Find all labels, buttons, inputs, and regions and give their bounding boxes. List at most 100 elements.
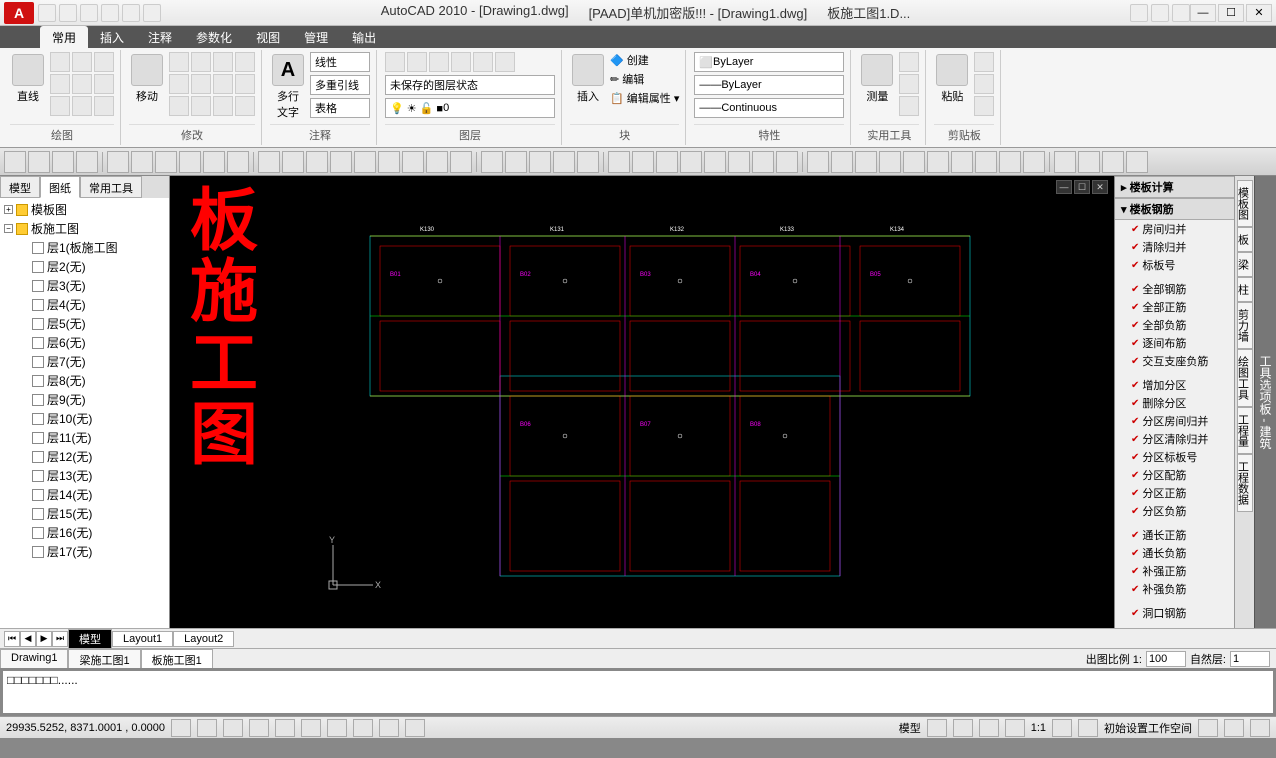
key-icon[interactable] xyxy=(1151,4,1169,22)
tree-item[interactable]: 层13(无) xyxy=(2,466,167,485)
app-logo[interactable]: A xyxy=(4,2,34,24)
canvas-max[interactable]: ☐ xyxy=(1074,180,1090,194)
spline-button[interactable] xyxy=(50,96,70,116)
sb-btn[interactable] xyxy=(979,719,999,737)
tree-item[interactable]: 层14(无) xyxy=(2,485,167,504)
otrack-button[interactable] xyxy=(301,719,321,737)
tb-btn[interactable] xyxy=(306,151,328,173)
tb-btn[interactable] xyxy=(402,151,424,173)
vside-tab[interactable]: 绘图工具 xyxy=(1237,349,1253,407)
layer-lock-button[interactable] xyxy=(495,52,515,72)
table-button[interactable]: 表格 xyxy=(310,98,370,118)
copy-clip-button[interactable] xyxy=(974,74,994,94)
tab-view[interactable]: 视图 xyxy=(244,26,292,48)
grid-button[interactable] xyxy=(197,719,217,737)
fillet-button[interactable] xyxy=(169,96,189,116)
tb-btn[interactable] xyxy=(951,151,973,173)
erase-button[interactable] xyxy=(213,96,233,116)
tb-btn[interactable] xyxy=(656,151,678,173)
move-button[interactable]: 移动 xyxy=(129,52,165,106)
tab-parametric[interactable]: 参数化 xyxy=(184,26,244,48)
layer-state-button[interactable] xyxy=(407,52,427,72)
rp-item[interactable]: ✔清除归并 xyxy=(1115,238,1234,256)
tb-btn[interactable] xyxy=(879,151,901,173)
tree-item[interactable]: 层17(无) xyxy=(2,542,167,561)
point-button[interactable] xyxy=(72,96,92,116)
match-button[interactable] xyxy=(974,96,994,116)
tb-btn[interactable] xyxy=(28,151,50,173)
mirror-button[interactable] xyxy=(235,52,255,72)
tb-btn[interactable] xyxy=(155,151,177,173)
array-button[interactable] xyxy=(213,74,233,94)
tb-btn[interactable] xyxy=(927,151,949,173)
snap-button[interactable] xyxy=(171,719,191,737)
tb-btn[interactable] xyxy=(203,151,225,173)
help-icon[interactable] xyxy=(1172,4,1190,22)
rect-button[interactable] xyxy=(50,74,70,94)
layer-off-button[interactable] xyxy=(473,52,493,72)
qp-button[interactable] xyxy=(405,719,425,737)
qat-open[interactable] xyxy=(59,4,77,22)
dwg-tab-3[interactable]: 板施工图1 xyxy=(141,649,213,668)
tb-btn[interactable] xyxy=(728,151,750,173)
rp-sec-calc[interactable]: 楼板计算 xyxy=(1115,176,1234,198)
rp-item[interactable]: ✔分区正筋 xyxy=(1115,484,1234,502)
rp-item[interactable]: ✔通长正筋 xyxy=(1115,526,1234,544)
trim-button[interactable] xyxy=(213,52,233,72)
block-attr-button[interactable]: 📋 编辑属性 ▾ xyxy=(610,90,679,106)
rp-item[interactable]: ✔洞口钢筋 xyxy=(1115,604,1234,622)
util-2[interactable] xyxy=(899,74,919,94)
tb-btn[interactable] xyxy=(704,151,726,173)
tree-item[interactable]: 层9(无) xyxy=(2,390,167,409)
tb-btn[interactable] xyxy=(131,151,153,173)
tab-output[interactable]: 输出 xyxy=(340,26,388,48)
tb-btn[interactable] xyxy=(807,151,829,173)
stretch-button[interactable] xyxy=(169,74,189,94)
tb-btn[interactable] xyxy=(258,151,280,173)
tree-item[interactable]: 层6(无) xyxy=(2,333,167,352)
tree-item[interactable]: 层11(无) xyxy=(2,428,167,447)
tb-btn[interactable] xyxy=(975,151,997,173)
layout-last[interactable]: ⏭ xyxy=(52,631,68,647)
region-button[interactable] xyxy=(94,96,114,116)
rp-item[interactable]: ✔分区负筋 xyxy=(1115,502,1234,520)
tb-btn[interactable] xyxy=(107,151,129,173)
close-button[interactable]: ✕ xyxy=(1246,4,1272,22)
tb-btn[interactable] xyxy=(776,151,798,173)
tree-item[interactable]: 层3(无) xyxy=(2,276,167,295)
tb-btn[interactable] xyxy=(4,151,26,173)
layer-freeze-button[interactable] xyxy=(451,52,471,72)
expand-icon[interactable]: + xyxy=(4,205,13,214)
scale-button[interactable] xyxy=(191,74,211,94)
util-1[interactable] xyxy=(899,52,919,72)
layer-prop-button[interactable] xyxy=(385,52,405,72)
layout-2[interactable]: Layout2 xyxy=(173,631,234,647)
rotate-button[interactable] xyxy=(191,52,211,72)
tb-btn[interactable] xyxy=(227,151,249,173)
canvas-close[interactable]: ✕ xyxy=(1092,180,1108,194)
tb-btn[interactable] xyxy=(680,151,702,173)
tree-item[interactable]: 层8(无) xyxy=(2,371,167,390)
rp-item[interactable]: ✔房间归并 xyxy=(1115,220,1234,238)
tb-btn[interactable] xyxy=(179,151,201,173)
rp-item[interactable]: ✔增加分区 xyxy=(1115,376,1234,394)
tb-btn[interactable] xyxy=(577,151,599,173)
rp-item[interactable]: ✔标板号 xyxy=(1115,256,1234,274)
ducs-button[interactable] xyxy=(327,719,347,737)
tb-btn[interactable] xyxy=(1126,151,1148,173)
canvas-min[interactable]: — xyxy=(1056,180,1072,194)
canvas[interactable]: —☐✕ 板 施 工 图 K130K131K132K133K134 B0 xyxy=(170,176,1114,628)
dyn-button[interactable] xyxy=(353,719,373,737)
collapse-icon[interactable]: − xyxy=(4,224,13,233)
tab-home[interactable]: 常用 xyxy=(40,26,88,48)
insert-block-button[interactable]: 插入 xyxy=(570,52,606,106)
layout-prev[interactable]: ◀ xyxy=(20,631,36,647)
layer-state-combo[interactable]: 未保存的图层状态 xyxy=(385,75,555,95)
tb-btn[interactable] xyxy=(1054,151,1076,173)
color-combo[interactable]: ⬜ ByLayer xyxy=(694,52,844,72)
offset-button[interactable] xyxy=(235,74,255,94)
util-3[interactable] xyxy=(899,96,919,116)
lwt-button[interactable] xyxy=(379,719,399,737)
model-space[interactable]: 模型 xyxy=(899,720,921,736)
maximize-button[interactable]: ☐ xyxy=(1218,4,1244,22)
